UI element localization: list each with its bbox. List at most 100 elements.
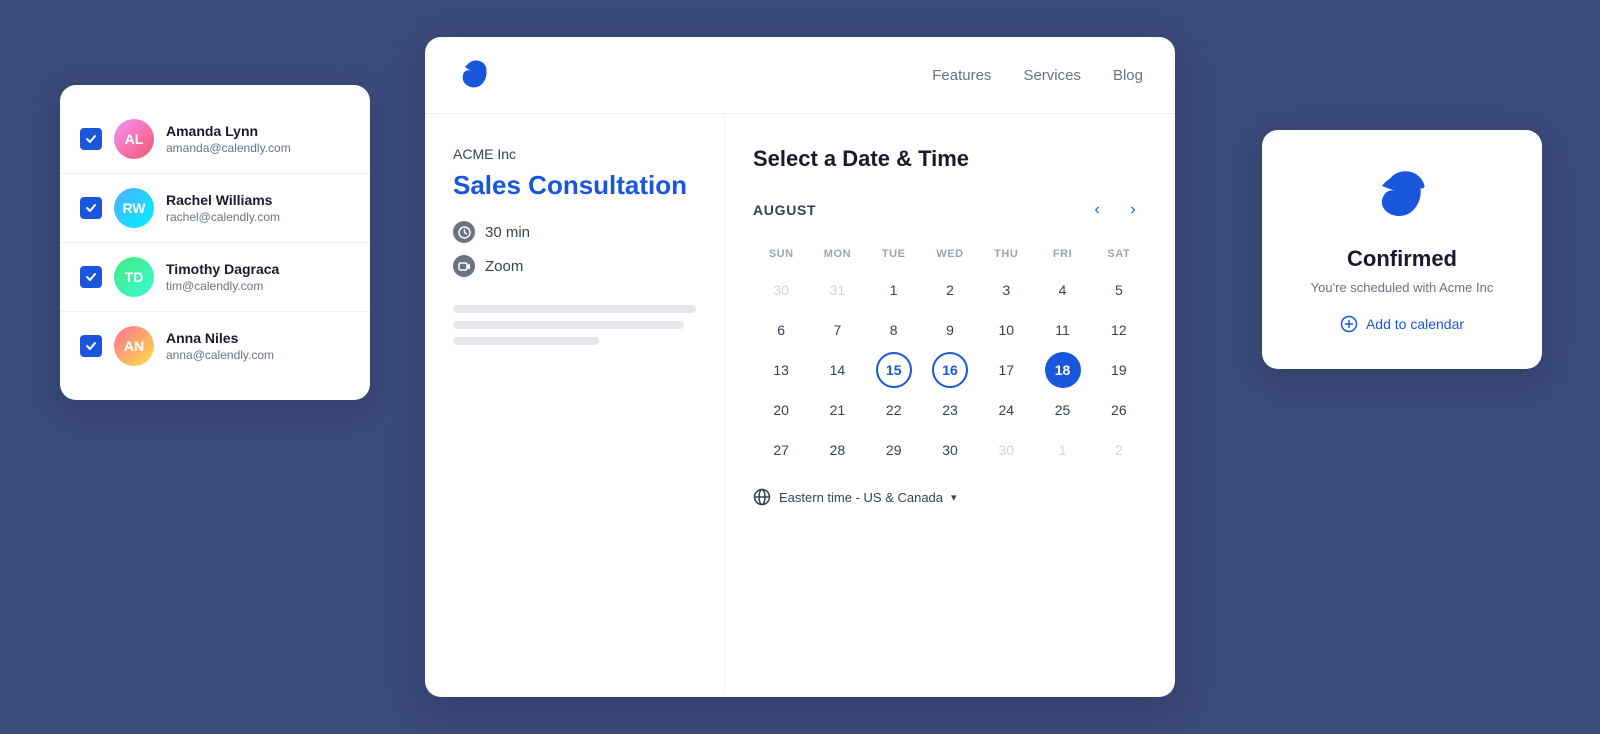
contact-info: Timothy Dagraca tim@calendly.com — [166, 261, 279, 293]
day-header-mon: MON — [809, 244, 865, 264]
calendar-row: 27 28 29 30 30 1 2 — [753, 432, 1147, 468]
avatar: RW — [114, 188, 154, 228]
cal-day[interactable]: 21 — [819, 392, 855, 428]
cal-day[interactable]: 12 — [1101, 312, 1137, 348]
cal-day[interactable]: 26 — [1101, 392, 1137, 428]
platform-label: Zoom — [485, 258, 523, 275]
cal-day[interactable]: 6 — [763, 312, 799, 348]
calendar-row: 20 21 22 23 24 25 26 — [753, 392, 1147, 428]
calendar-row: 6 7 8 9 10 11 12 — [753, 312, 1147, 348]
cal-day[interactable]: 29 — [876, 432, 912, 468]
avatar: AL — [114, 119, 154, 159]
day-header-wed: WED — [922, 244, 978, 264]
contact-email: anna@calendly.com — [166, 348, 274, 362]
prev-month-button[interactable]: ‹ — [1083, 196, 1111, 224]
cal-day[interactable]: 4 — [1045, 272, 1081, 308]
contact-checkbox[interactable] — [80, 266, 102, 288]
platform-meta: Zoom — [453, 255, 696, 277]
day-header-sun: SUN — [753, 244, 809, 264]
nav-links: Features Services Blog — [932, 67, 1143, 84]
contact-name: Anna Niles — [166, 330, 274, 346]
cal-day[interactable]: 2 — [932, 272, 968, 308]
event-title: Sales Consultation — [453, 170, 696, 201]
day-header-tue: TUE — [866, 244, 922, 264]
confirmed-title: Confirmed — [1347, 246, 1457, 272]
add-calendar-label: Add to calendar — [1366, 316, 1464, 332]
add-to-calendar-button[interactable]: Add to calendar — [1340, 315, 1464, 333]
calendar-row: 13 14 15 16 17 18 19 — [753, 352, 1147, 388]
calendar-rows: 30 31 1 2 3 4 5 6 7 8 9 10 — [753, 272, 1147, 468]
contact-name: Amanda Lynn — [166, 123, 291, 139]
cal-day-available[interactable]: 16 — [932, 352, 968, 388]
cal-day[interactable]: 8 — [876, 312, 912, 348]
cal-day[interactable]: 22 — [876, 392, 912, 428]
contact-email: rachel@calendly.com — [166, 210, 280, 224]
cal-day[interactable]: 11 — [1045, 312, 1081, 348]
cal-day-selected[interactable]: 18 — [1045, 352, 1081, 388]
cal-day[interactable]: 14 — [819, 352, 855, 388]
contact-item[interactable]: AN Anna Niles anna@calendly.com — [60, 312, 370, 380]
contact-checkbox[interactable] — [80, 335, 102, 357]
nav-services[interactable]: Services — [1023, 67, 1081, 84]
cal-day[interactable]: 24 — [988, 392, 1024, 428]
cal-day[interactable]: 23 — [932, 392, 968, 428]
day-header-thu: THU — [978, 244, 1034, 264]
avatar: AN — [114, 326, 154, 366]
contact-item[interactable]: AL Amanda Lynn amanda@calendly.com — [60, 105, 370, 174]
main-card: Features Services Blog ACME Inc Sales Co… — [425, 37, 1175, 697]
cal-day[interactable]: 7 — [819, 312, 855, 348]
timezone-label: Eastern time - US & Canada — [779, 490, 943, 505]
desc-line-3 — [453, 337, 599, 345]
cal-day[interactable]: 28 — [819, 432, 855, 468]
avatar: TD — [114, 257, 154, 297]
contacts-card: AL Amanda Lynn amanda@calendly.com RW Ra… — [60, 85, 370, 400]
cal-day[interactable]: 25 — [1045, 392, 1081, 428]
cal-day: 31 — [819, 272, 855, 308]
nav-features[interactable]: Features — [932, 67, 991, 84]
desc-line-2 — [453, 321, 684, 329]
contact-item[interactable]: TD Timothy Dagraca tim@calendly.com — [60, 243, 370, 312]
contact-checkbox[interactable] — [80, 128, 102, 150]
cal-day[interactable]: 1 — [876, 272, 912, 308]
video-icon — [453, 255, 475, 277]
calendar-month-nav: AUGUST ‹ › — [753, 196, 1147, 224]
event-meta: 30 min Zoom — [453, 221, 696, 277]
day-headers: SUN MON TUE WED THU FRI SAT — [753, 244, 1147, 264]
left-panel: ACME Inc Sales Consultation 30 min — [425, 114, 725, 694]
cal-day[interactable]: 13 — [763, 352, 799, 388]
contact-item[interactable]: RW Rachel Williams rachel@calendly.com — [60, 174, 370, 243]
clock-icon — [453, 221, 475, 243]
description-lines — [453, 305, 696, 345]
cal-day[interactable]: 17 — [988, 352, 1024, 388]
contact-info: Rachel Williams rachel@calendly.com — [166, 192, 280, 224]
cal-day: 30 — [988, 432, 1024, 468]
calendar-header-title: Select a Date & Time — [753, 146, 1147, 172]
duration-label: 30 min — [485, 224, 530, 241]
cal-day[interactable]: 20 — [763, 392, 799, 428]
next-month-button[interactable]: › — [1119, 196, 1147, 224]
contact-info: Amanda Lynn amanda@calendly.com — [166, 123, 291, 155]
day-header-fri: FRI — [1034, 244, 1090, 264]
nav-blog[interactable]: Blog — [1113, 67, 1143, 84]
confirmed-subtitle: You're scheduled with Acme Inc — [1311, 280, 1494, 295]
timezone-row[interactable]: Eastern time - US & Canada ▾ — [753, 488, 1147, 506]
globe-icon — [753, 488, 771, 506]
cal-day: 30 — [763, 272, 799, 308]
confirmed-card: Confirmed You're scheduled with Acme Inc… — [1262, 130, 1542, 369]
contact-checkbox[interactable] — [80, 197, 102, 219]
top-nav: Features Services Blog — [425, 37, 1175, 114]
cal-day[interactable]: 9 — [932, 312, 968, 348]
calendar-grid: SUN MON TUE WED THU FRI SAT 30 31 1 2 3 — [753, 244, 1147, 468]
contact-info: Anna Niles anna@calendly.com — [166, 330, 274, 362]
cal-day[interactable]: 30 — [932, 432, 968, 468]
cal-day[interactable]: 3 — [988, 272, 1024, 308]
cal-day[interactable]: 10 — [988, 312, 1024, 348]
cal-day[interactable]: 27 — [763, 432, 799, 468]
cal-day: 2 — [1101, 432, 1137, 468]
contact-email: amanda@calendly.com — [166, 141, 291, 155]
desc-line-1 — [453, 305, 696, 313]
cal-day: 1 — [1045, 432, 1081, 468]
cal-day-available[interactable]: 15 — [876, 352, 912, 388]
cal-day[interactable]: 19 — [1101, 352, 1137, 388]
cal-day[interactable]: 5 — [1101, 272, 1137, 308]
